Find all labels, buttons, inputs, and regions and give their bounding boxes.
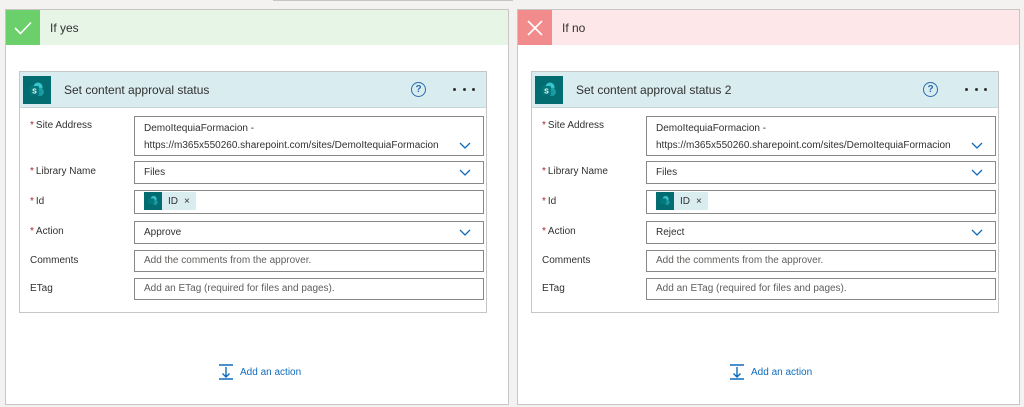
remove-token-icon[interactable]: × bbox=[184, 196, 190, 207]
branch-title: If no bbox=[562, 20, 586, 35]
action-card-header[interactable]: S Set content approval status ? bbox=[20, 72, 486, 108]
library-name-dropdown[interactable]: Files bbox=[134, 161, 484, 184]
svg-text:S: S bbox=[544, 88, 549, 95]
help-icon[interactable]: ? bbox=[923, 82, 938, 97]
chevron-down-icon bbox=[459, 142, 471, 149]
etag-input[interactable]: Add an ETag (required for files and page… bbox=[134, 278, 484, 300]
site-address-label: * Site Address bbox=[30, 120, 93, 131]
comments-input[interactable]: Add the comments from the approver. bbox=[646, 250, 996, 272]
site-address-dropdown[interactable]: DemoItequiaFormacion - https://m365x5502… bbox=[646, 116, 996, 156]
action-card: S Set content approval status 2 ? * Site … bbox=[531, 71, 999, 313]
etag-label: ETag bbox=[30, 283, 53, 294]
action-dropdown[interactable]: Approve bbox=[134, 221, 484, 244]
more-options-icon[interactable] bbox=[965, 80, 987, 98]
chevron-down-icon bbox=[971, 229, 983, 236]
id-label: * Id bbox=[542, 196, 557, 207]
site-address-dropdown[interactable]: DemoItequiaFormacion - https://m365x5502… bbox=[134, 116, 484, 156]
branch-title: If yes bbox=[50, 20, 79, 35]
sharepoint-icon: S bbox=[535, 75, 563, 104]
comments-label: Comments bbox=[542, 255, 591, 266]
chevron-down-icon bbox=[971, 169, 983, 176]
checkmark-icon bbox=[6, 10, 40, 45]
chevron-down-icon bbox=[459, 169, 471, 176]
action-title: Set content approval status bbox=[64, 82, 210, 97]
branch-header-no[interactable]: If no bbox=[518, 10, 1019, 45]
help-icon[interactable]: ? bbox=[411, 82, 426, 97]
dynamic-content-token[interactable]: ID × bbox=[656, 192, 708, 210]
sharepoint-icon: S bbox=[23, 75, 51, 104]
more-options-icon[interactable] bbox=[453, 80, 475, 98]
etag-label: ETag bbox=[542, 283, 565, 294]
add-action-button[interactable]: Add an action bbox=[729, 364, 812, 380]
comments-label: Comments bbox=[30, 255, 79, 266]
action-label: * Action bbox=[542, 226, 576, 237]
svg-text:S: S bbox=[32, 88, 37, 95]
add-action-icon bbox=[730, 364, 744, 380]
sharepoint-icon bbox=[144, 192, 162, 210]
branch-header-yes[interactable]: If yes bbox=[6, 10, 508, 45]
library-name-dropdown[interactable]: Files bbox=[646, 161, 996, 184]
branch-if-yes: If yes S Set content approval status ? *… bbox=[5, 9, 509, 405]
top-connector-line bbox=[273, 0, 513, 1]
branch-if-no: If no S Set content approval status 2 ? … bbox=[517, 9, 1020, 405]
etag-input[interactable]: Add an ETag (required for files and page… bbox=[646, 278, 996, 300]
sharepoint-icon bbox=[656, 192, 674, 210]
id-label: * Id bbox=[30, 196, 45, 207]
id-field[interactable]: ID × bbox=[646, 190, 996, 214]
add-action-icon bbox=[219, 364, 233, 380]
action-title: Set content approval status 2 bbox=[576, 82, 732, 97]
library-name-label: * Library Name bbox=[542, 166, 608, 177]
action-card-header[interactable]: S Set content approval status 2 ? bbox=[532, 72, 998, 108]
action-label: * Action bbox=[30, 226, 64, 237]
site-address-label: * Site Address bbox=[542, 120, 605, 131]
library-name-label: * Library Name bbox=[30, 166, 96, 177]
action-dropdown[interactable]: Reject bbox=[646, 221, 996, 244]
chevron-down-icon bbox=[459, 229, 471, 236]
id-field[interactable]: ID × bbox=[134, 190, 484, 214]
remove-token-icon[interactable]: × bbox=[696, 196, 702, 207]
comments-input[interactable]: Add the comments from the approver. bbox=[134, 250, 484, 272]
action-card: S Set content approval status ? * Site Ad… bbox=[19, 71, 487, 313]
chevron-down-icon bbox=[971, 142, 983, 149]
close-icon bbox=[518, 10, 552, 45]
add-action-button[interactable]: Add an action bbox=[218, 364, 301, 380]
dynamic-content-token[interactable]: ID × bbox=[144, 192, 196, 210]
